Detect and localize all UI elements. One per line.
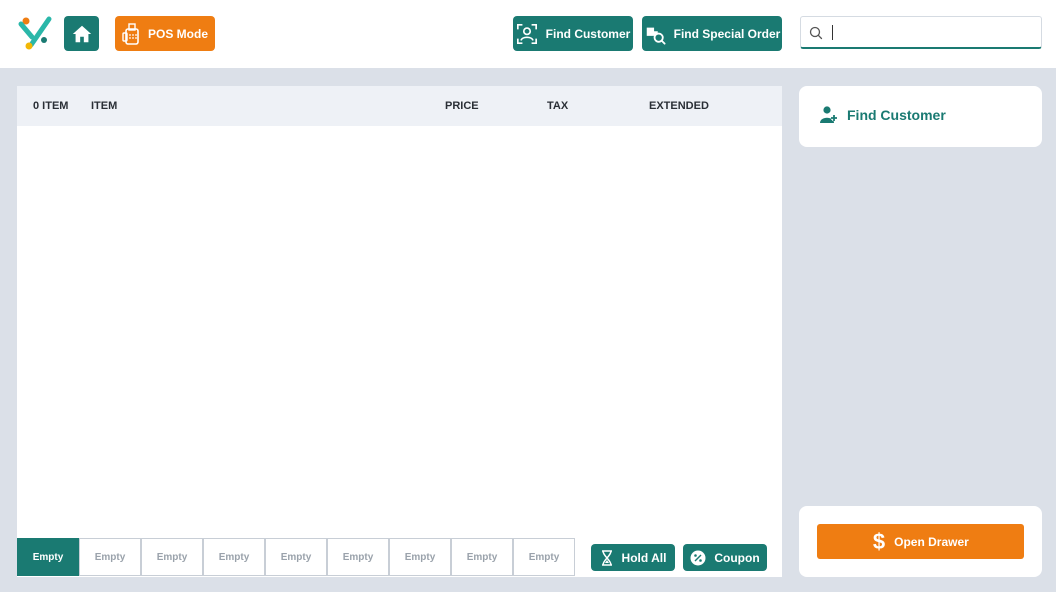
hold-slots: Empty Empty Empty Empty Empty Empty Empt… <box>17 538 575 576</box>
open-drawer-button[interactable]: $ Open Drawer <box>817 524 1024 559</box>
find-special-order-button[interactable]: Find Special Order <box>642 16 782 51</box>
hold-slot[interactable]: Empty <box>203 538 265 576</box>
order-table-header: 0 ITEM ITEM PRICE TAX EXTENDED <box>17 86 782 126</box>
pos-mode-button[interactable]: POS Mode <box>115 16 215 51</box>
hold-slot[interactable]: Empty <box>513 538 575 576</box>
find-customer-header-button[interactable]: Find Customer <box>513 16 633 51</box>
coupon-button[interactable]: Coupon <box>683 544 767 571</box>
coupon-label: Coupon <box>714 550 760 565</box>
find-special-order-label: Find Special Order <box>673 26 781 41</box>
card-terminal-icon <box>122 22 139 45</box>
price-column-header: PRICE <box>445 100 479 112</box>
find-customer-card[interactable]: Find Customer <box>799 86 1042 147</box>
hourglass-icon <box>601 549 612 566</box>
pos-mode-label: POS Mode <box>147 26 208 41</box>
drawer-card: $ Open Drawer <box>799 506 1042 577</box>
hold-slot[interactable]: Empty <box>79 538 141 576</box>
dollar-icon: $ <box>873 531 885 553</box>
find-customer-header-label: Find Customer <box>545 26 631 41</box>
hold-slot[interactable]: Empty <box>451 538 513 576</box>
discount-icon <box>690 550 706 565</box>
hold-slot[interactable]: Empty <box>17 538 79 576</box>
hold-all-button[interactable]: Hold All <box>591 544 675 571</box>
home-icon <box>72 25 91 42</box>
search-input[interactable] <box>831 21 1036 43</box>
extended-column-header: EXTENDED <box>649 100 709 112</box>
order-search-icon <box>646 27 666 45</box>
order-panel: 0 ITEM ITEM PRICE TAX EXTENDED Empty Emp… <box>17 86 782 577</box>
text-caret <box>832 25 833 40</box>
svg-text:$: $ <box>873 531 885 553</box>
brand-logo-icon[interactable] <box>17 15 53 51</box>
tax-column-header: TAX <box>547 100 569 112</box>
search-icon <box>809 26 823 40</box>
customer-scan-icon <box>516 23 537 44</box>
find-customer-card-label: Find Customer <box>847 107 946 123</box>
top-header: POS Mode Find Customer Find Special Orde… <box>0 0 1056 68</box>
add-user-icon <box>820 106 837 123</box>
open-drawer-label: Open Drawer <box>894 534 969 549</box>
item-column-header: ITEM <box>91 100 118 112</box>
search-box[interactable] <box>800 16 1042 49</box>
hold-slot[interactable]: Empty <box>327 538 389 576</box>
hold-slot[interactable]: Empty <box>389 538 451 576</box>
hold-slot[interactable]: Empty <box>265 538 327 576</box>
hold-all-label: Hold All <box>621 550 667 565</box>
home-button[interactable] <box>64 16 99 51</box>
item-count-header: 0 ITEM <box>33 100 69 112</box>
hold-slot[interactable]: Empty <box>141 538 203 576</box>
